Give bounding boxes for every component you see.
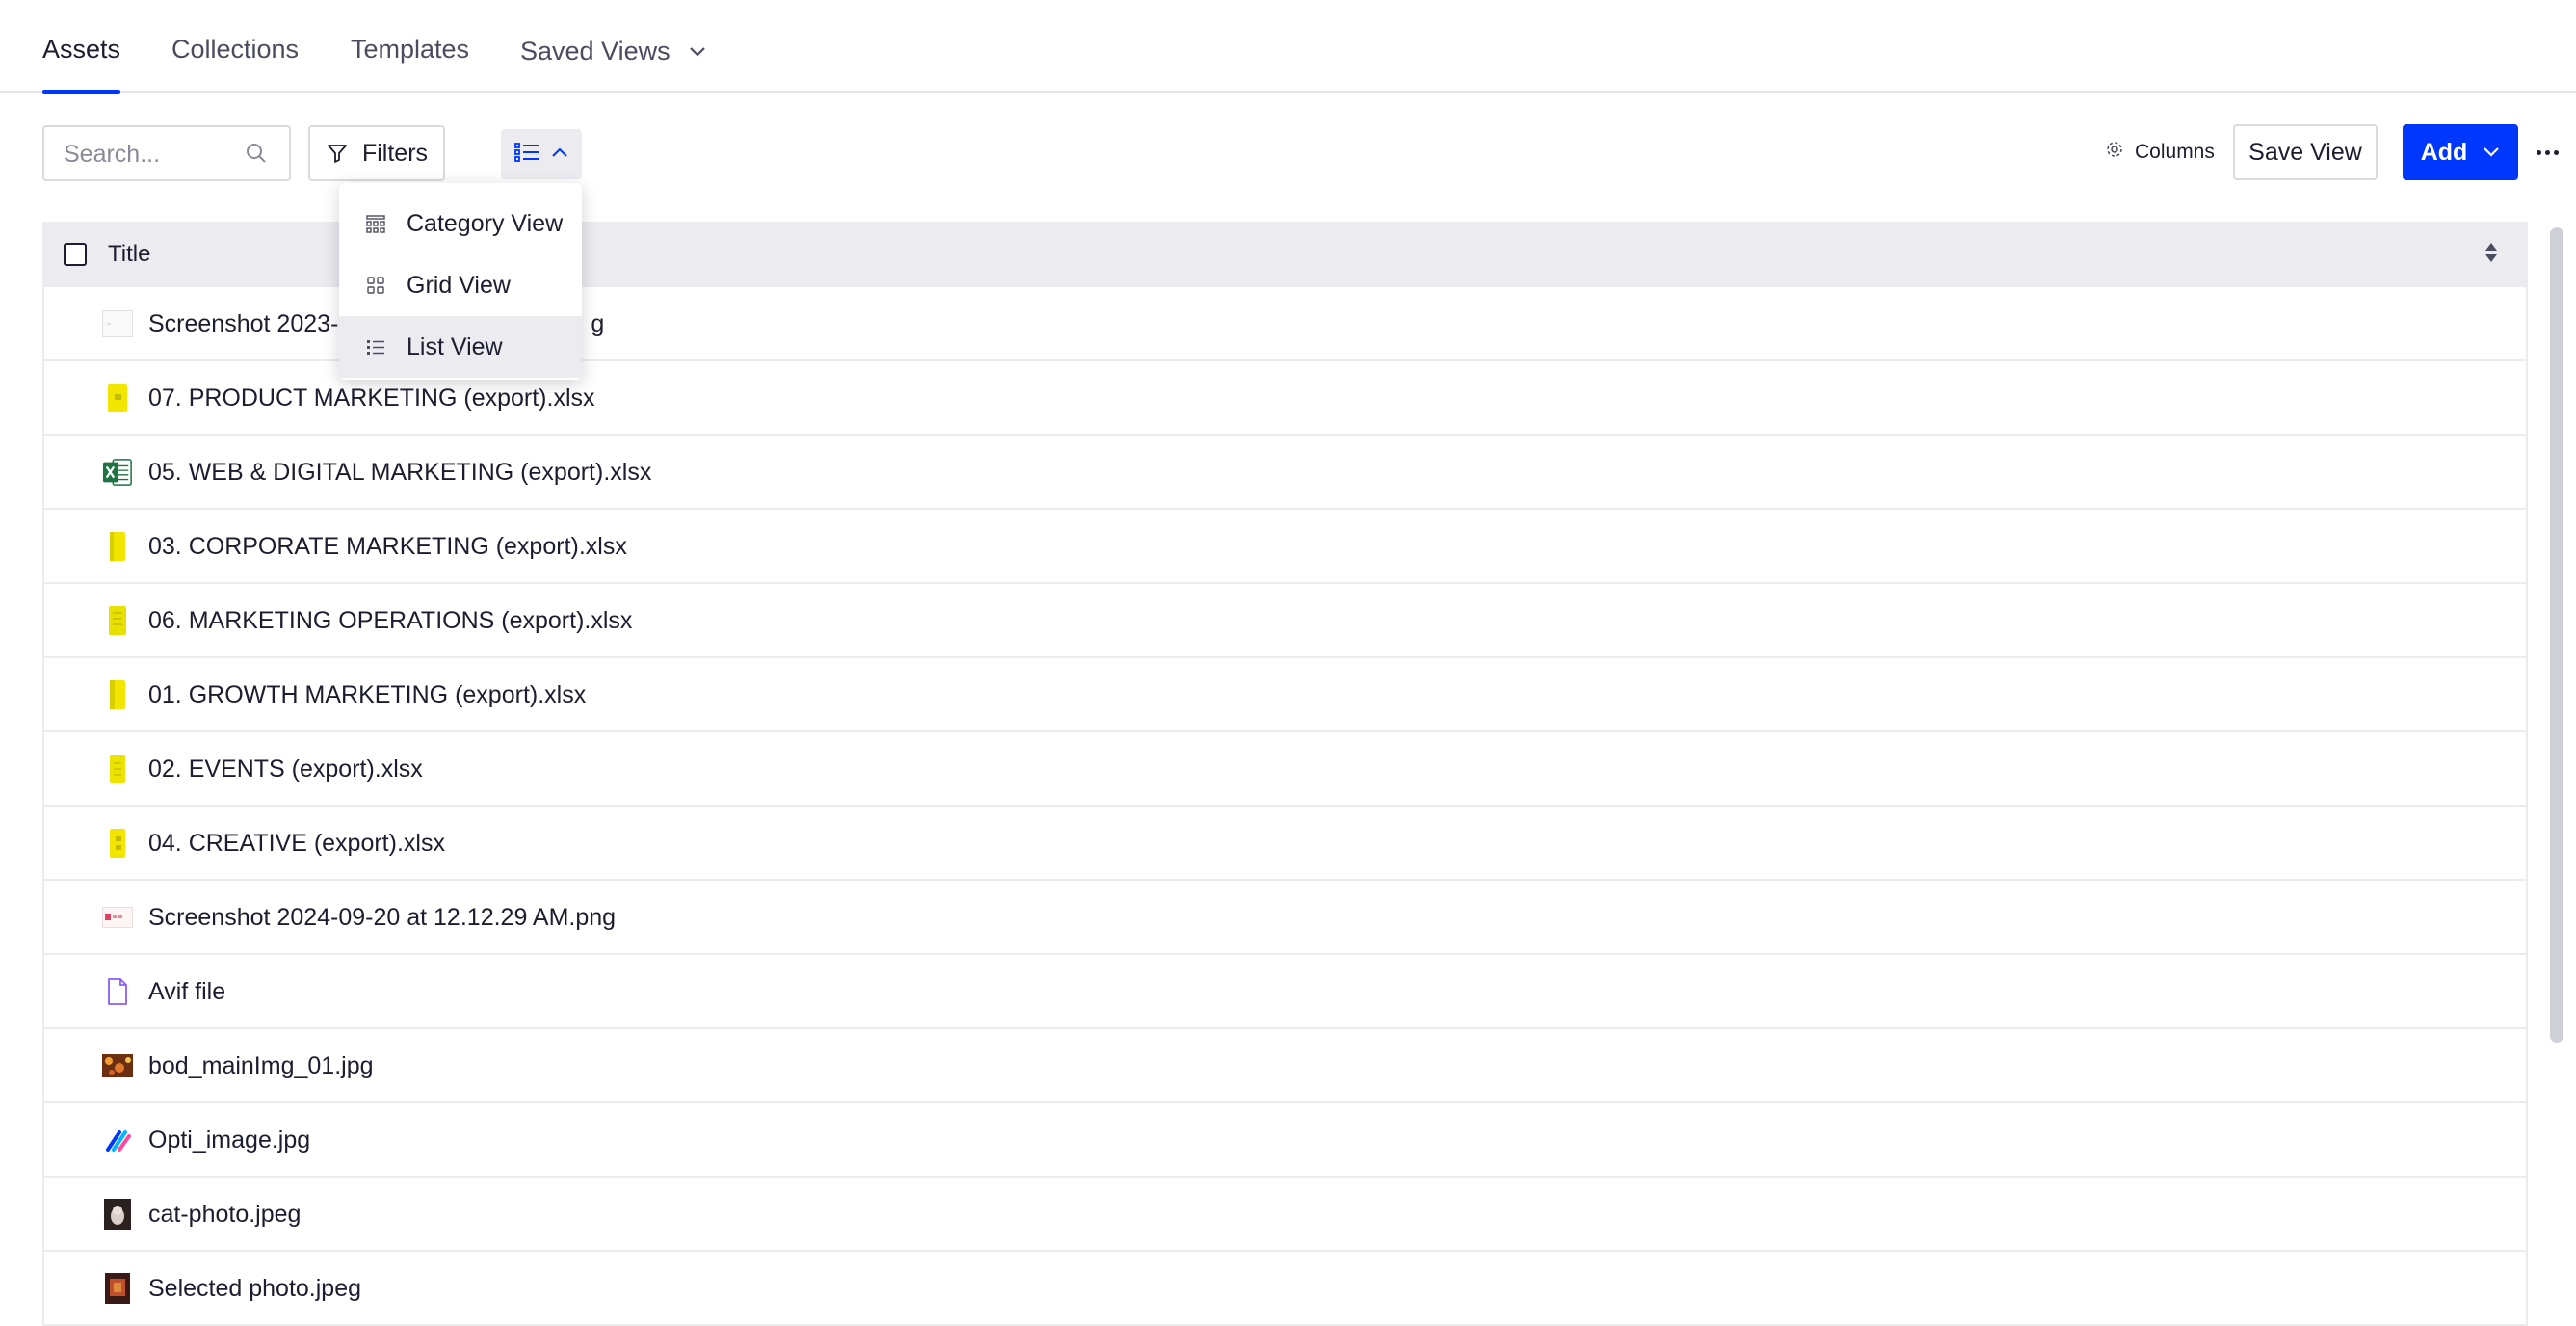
- table-row[interactable]: Opti_image.jpg: [44, 1103, 2526, 1178]
- menu-item-label: List View: [407, 332, 503, 360]
- view-mode-menu: Category View Grid View List View: [339, 183, 582, 380]
- gear-icon: [2106, 141, 2123, 164]
- category-view-icon: [366, 214, 387, 233]
- save-view-label: Save View: [2248, 138, 2362, 166]
- row-title: 04. CREATIVE (export).xlsx: [148, 830, 445, 857]
- tab-label: Collections: [171, 35, 300, 64]
- row-title: 07. PRODUCT MARKETING (export).xlsx: [148, 385, 595, 411]
- xlsx-yellow-icon: [102, 754, 133, 784]
- menu-item-label: Category View: [407, 209, 564, 237]
- photo-thumbnail: [102, 1273, 133, 1304]
- chevron-down-icon: [2483, 146, 2500, 158]
- table-row[interactable]: Selected photo.jpeg: [44, 1252, 2526, 1326]
- tab-collections[interactable]: Collections: [171, 35, 299, 91]
- table-row[interactable]: Avif file: [44, 955, 2526, 1029]
- grid-view-icon: [366, 276, 387, 295]
- tab-label: Saved Views: [520, 37, 670, 66]
- columns-label: Columns: [2135, 141, 2215, 163]
- column-header-title[interactable]: Title: [108, 241, 150, 268]
- list-view-icon: [366, 337, 387, 357]
- file-icon: [102, 976, 133, 1007]
- sort-icon[interactable]: [2484, 240, 2499, 270]
- save-view-button[interactable]: Save View: [2233, 124, 2378, 180]
- xlsx-yellow-icon: [102, 679, 133, 710]
- xlsx-yellow-icon: [102, 828, 133, 859]
- tab-saved-views[interactable]: Saved Views: [520, 35, 706, 91]
- search-box[interactable]: [42, 125, 291, 181]
- row-title: 02. EVENTS (export).xlsx: [148, 756, 423, 782]
- menu-item-grid-view[interactable]: Grid View: [339, 254, 582, 316]
- menu-item-category-view[interactable]: Category View: [339, 193, 582, 254]
- table-row[interactable]: cat-photo.jpeg: [44, 1178, 2526, 1252]
- add-button[interactable]: Add: [2403, 124, 2518, 180]
- table-row[interactable]: 03. CORPORATE MARKETING (export).xlsx: [44, 510, 2526, 584]
- filter-icon: [326, 142, 349, 165]
- row-title: bod_mainImg_01.jpg: [148, 1052, 374, 1079]
- image-thumbnail: [102, 1050, 133, 1081]
- filters-label: Filters: [361, 139, 429, 167]
- filters-button[interactable]: Filters: [308, 125, 445, 181]
- table-row[interactable]: 06. MARKETING OPERATIONS (export).xlsx: [44, 584, 2526, 658]
- row-title: Opti_image.jpg: [148, 1127, 311, 1154]
- tab-label: Templates: [351, 35, 470, 64]
- tab-bar: Assets Collections Templates Saved Views: [0, 0, 2576, 94]
- table-row[interactable]: 02. EVENTS (export).xlsx: [44, 732, 2526, 807]
- screenshot-thumbnail: [102, 902, 133, 933]
- row-title: cat-photo.jpeg: [148, 1201, 302, 1228]
- chevron-up-icon: [551, 146, 568, 163]
- search-icon[interactable]: [245, 142, 268, 170]
- cat-photo-thumbnail: [102, 1199, 133, 1230]
- table-row[interactable]: 01. GROWTH MARKETING (export).xlsx: [44, 658, 2526, 732]
- add-label: Add: [2420, 138, 2468, 166]
- row-title: Selected photo.jpeg: [148, 1275, 362, 1302]
- scrollbar-thumb[interactable]: [2550, 227, 2563, 1043]
- table-row[interactable]: Screenshot 2024-09-20 at 12.12.29 AM.png: [44, 881, 2526, 955]
- table-row[interactable]: 05. WEB & DIGITAL MARKETING (export).xls…: [44, 436, 2526, 510]
- excel-icon: [102, 457, 133, 488]
- select-all-checkbox[interactable]: [64, 243, 87, 266]
- chevron-down-icon: [689, 35, 706, 65]
- row-title: 03. CORPORATE MARKETING (export).xlsx: [148, 533, 627, 560]
- opti-logo-icon: [102, 1125, 133, 1155]
- screenshot-thumbnail: [102, 308, 133, 339]
- tab-templates[interactable]: Templates: [351, 35, 469, 91]
- search-input[interactable]: [64, 139, 247, 170]
- row-title: 01. GROWTH MARKETING (export).xlsx: [148, 681, 587, 708]
- assets-table: Title Screenshot 2023- g 07. PRODUCT MARK…: [42, 222, 2528, 1326]
- xlsx-yellow-icon: [102, 605, 133, 636]
- tab-label: Assets: [42, 35, 121, 64]
- menu-item-list-view[interactable]: List View: [339, 316, 582, 378]
- row-title: Screenshot 2024-09-20 at 12.12.29 AM.png: [148, 904, 617, 931]
- view-mode-toggle[interactable]: [501, 129, 582, 179]
- xlsx-yellow-icon: [102, 383, 133, 413]
- list-view-icon: [514, 141, 541, 169]
- xlsx-yellow-icon: [102, 531, 133, 562]
- more-options-icon[interactable]: [2530, 141, 2564, 164]
- table-body: Screenshot 2023- g 07. PRODUCT MARKETING …: [44, 287, 2526, 1326]
- row-title: 06. MARKETING OPERATIONS (export).xlsx: [148, 607, 633, 634]
- table-row[interactable]: 04. CREATIVE (export).xlsx: [44, 807, 2526, 881]
- columns-button[interactable]: Columns: [2106, 141, 2215, 164]
- vertical-scrollbar[interactable]: [2547, 222, 2566, 1326]
- row-title: Avif file: [148, 978, 226, 1005]
- table-row[interactable]: bod_mainImg_01.jpg: [44, 1029, 2526, 1103]
- row-title: 05. WEB & DIGITAL MARKETING (export).xls…: [148, 459, 652, 486]
- menu-item-label: Grid View: [407, 271, 511, 299]
- tab-assets[interactable]: Assets: [42, 35, 121, 94]
